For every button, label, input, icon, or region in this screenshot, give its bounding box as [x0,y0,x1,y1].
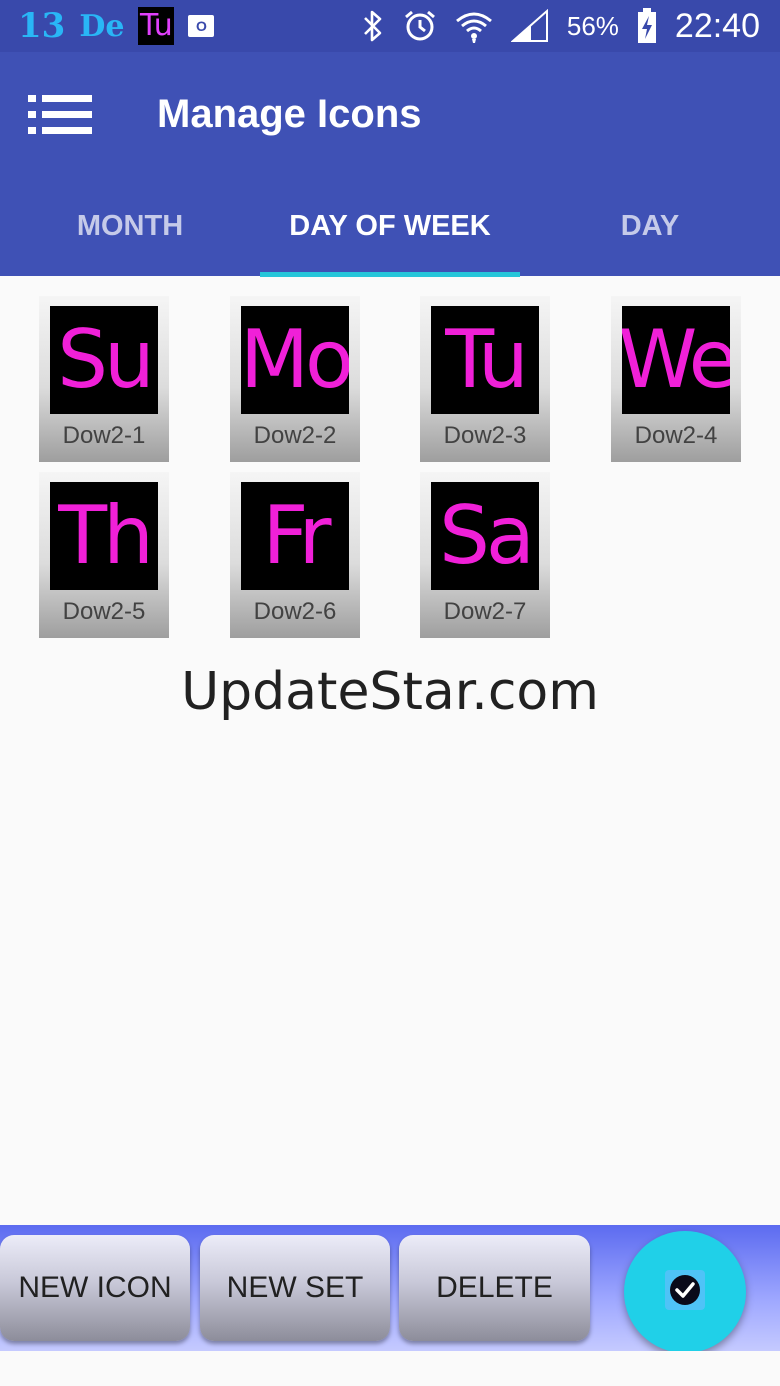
status-bar: 13 De Tu O 56% 22:40 [0,0,780,52]
icon-card-dow2-1[interactable]: Su Dow2-1 [39,296,169,462]
icon-label: Dow2-6 [253,598,337,625]
icon-card-dow2-7[interactable]: Sa Dow2-7 [420,472,550,638]
icon-label: Dow2-5 [62,598,146,625]
icon-label: Dow2-7 [443,598,527,625]
list-menu-icon[interactable] [28,95,92,135]
icon-glyph: Sa [439,489,535,582]
app-bar: Manage Icons [0,52,780,176]
tab-bar: MONTH DAY OF WEEK DAY [0,176,780,277]
tab-month[interactable]: MONTH [0,176,260,276]
page-title: Manage Icons [157,92,422,136]
active-tab-indicator [260,272,520,277]
battery-charging-icon [637,8,657,44]
icon-glyph: Th [58,489,154,582]
icon-card-dow2-3[interactable]: Tu Dow2-3 [420,296,550,462]
bluetooth-icon [361,9,385,43]
battery-percent: 56% [566,10,619,41]
icon-label: Dow2-2 [253,422,337,449]
tab-day[interactable]: DAY [520,176,780,276]
new-icon-button[interactable]: NEW ICON [0,1235,190,1341]
new-set-button[interactable]: NEW SET [200,1235,390,1341]
icon-glyph: Mo [241,313,349,406]
icon-thumbnail: Mo [241,306,349,414]
icon-glyph: Tu [445,313,528,406]
icon-glyph: Su [57,313,155,406]
icon-glyph: We [622,313,730,406]
signal-icon [510,9,549,43]
icon-label: Dow2-3 [443,422,527,449]
icon-thumbnail: Th [50,482,158,590]
tab-day-of-week[interactable]: DAY OF WEEK [260,176,520,276]
icon-thumbnail: Tu [431,306,539,414]
icon-thumbnail: Fr [241,482,349,590]
weekday-notification-icon: Tu [138,7,175,45]
icon-card-dow2-2[interactable]: Mo Dow2-2 [230,296,360,462]
confirm-fab[interactable] [624,1231,746,1353]
icon-thumbnail: We [622,306,730,414]
wifi-icon [455,9,493,43]
date-notification-icon: 13 [18,6,66,46]
icon-label: Dow2-4 [634,422,718,449]
icon-card-dow2-5[interactable]: Th Dow2-5 [39,472,169,638]
icon-thumbnail: Su [50,306,158,414]
watermark: UpdateStar.com [181,662,599,722]
delete-button[interactable]: DELETE [399,1235,590,1341]
clock: 22:40 [674,6,760,45]
icon-glyph: Fr [262,489,331,582]
nav-spacer [0,1351,780,1386]
outlook-icon: O [188,15,215,37]
icon-card-dow2-6[interactable]: Fr Dow2-6 [230,472,360,638]
icon-label: Dow2-1 [62,422,146,449]
icon-thumbnail: Sa [431,482,539,590]
check-circle-icon [665,1269,705,1315]
day-notification-icon: De [79,8,125,44]
icon-card-dow2-4[interactable]: We Dow2-4 [611,296,741,462]
alarm-icon [403,9,437,43]
